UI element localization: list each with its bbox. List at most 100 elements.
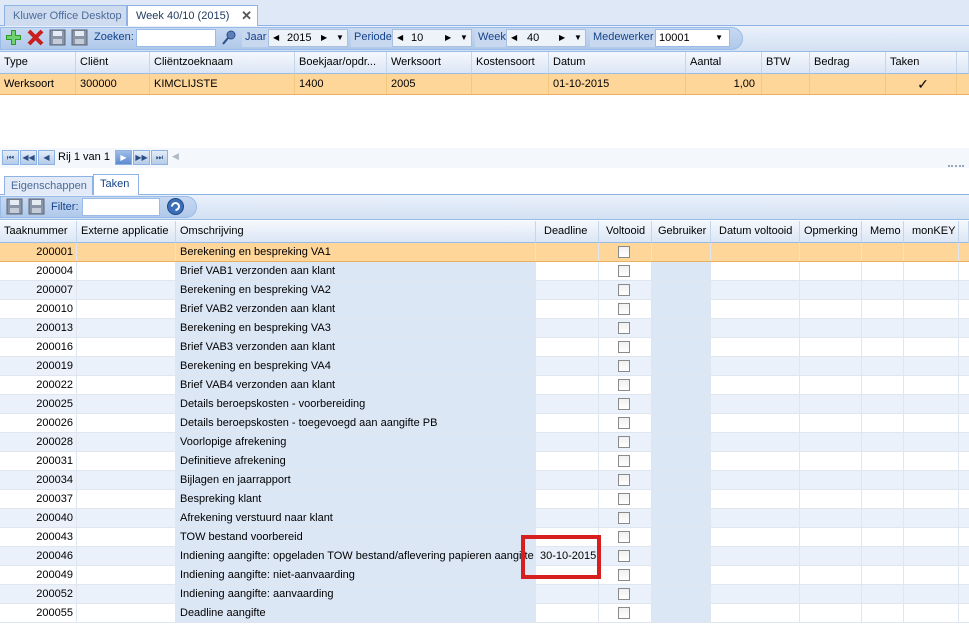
cell-deadline[interactable]: [536, 243, 599, 261]
table-row[interactable]: 200049 Indiening aangifte: niet-aanvaardi…: [0, 566, 969, 585]
voltooid-checkbox[interactable]: [618, 417, 630, 429]
column-header[interactable]: Kostensoort: [472, 52, 549, 74]
spin-right-icon[interactable]: ▶: [321, 30, 327, 46]
voltooid-checkbox[interactable]: [618, 550, 630, 562]
voltooid-checkbox[interactable]: [618, 341, 630, 353]
table-row[interactable]: 200013 Berekening en bespreking VA3: [0, 319, 969, 338]
cell-deadline[interactable]: [536, 414, 599, 432]
spin-left-icon[interactable]: ◀: [397, 30, 403, 46]
spin-right-icon[interactable]: ▶: [559, 30, 565, 46]
column-header[interactable]: monKEY: [904, 221, 959, 243]
column-header[interactable]: Boekjaar/opdr...: [295, 52, 387, 74]
column-header[interactable]: Memo: [862, 221, 904, 243]
cell-deadline[interactable]: [536, 300, 599, 318]
table-row[interactable]: 200043 TOW bestand voorbereid: [0, 528, 969, 547]
voltooid-checkbox[interactable]: [618, 284, 630, 296]
table-row[interactable]: 200004 Brief VAB1 verzonden aan klant: [0, 262, 969, 281]
voltooid-checkbox[interactable]: [618, 531, 630, 543]
filter-input[interactable]: [82, 198, 160, 216]
table-row[interactable]: 200007 Berekening en bespreking VA2: [0, 281, 969, 300]
voltooid-checkbox[interactable]: [618, 607, 630, 619]
voltooid-checkbox[interactable]: [618, 322, 630, 334]
table-row[interactable]: 200025 Details beroepskosten - voorbereid…: [0, 395, 969, 414]
save-close-icon[interactable]: [27, 197, 46, 216]
column-header[interactable]: Externe applicatie: [77, 221, 176, 243]
table-row[interactable]: 200052 Indiening aangifte: aanvaarding: [0, 585, 969, 604]
column-header[interactable]: Cliënt: [76, 52, 150, 74]
column-header[interactable]: Opmerking: [800, 221, 862, 243]
cell-deadline[interactable]: [536, 262, 599, 280]
table-row[interactable]: 200022 Brief VAB4 verzonden aan klant: [0, 376, 969, 395]
cell-deadline[interactable]: [536, 281, 599, 299]
table-row[interactable]: 200031 Definitieve afrekening: [0, 452, 969, 471]
table-row[interactable]: 200055 Deadline aangifte: [0, 604, 969, 623]
table-row[interactable]: 200001 Berekening en bespreking VA1: [0, 243, 969, 262]
jaar-spinner[interactable]: ◀ 2015 ▶ ▼: [268, 29, 348, 47]
column-header[interactable]: Aantal: [686, 52, 762, 74]
close-tab-icon[interactable]: ✕: [241, 8, 252, 24]
cell-deadline[interactable]: [536, 338, 599, 356]
table-row[interactable]: 200026 Details beroepskosten - toegevoegd…: [0, 414, 969, 433]
table-row[interactable]: 200034 Bijlagen en jaarrapport: [0, 471, 969, 490]
last-page-icon[interactable]: ⏭: [151, 150, 168, 165]
column-header[interactable]: BTW: [762, 52, 810, 74]
refresh-icon[interactable]: [166, 197, 185, 216]
cell-deadline[interactable]: [536, 604, 599, 622]
pin-search-icon[interactable]: [220, 28, 239, 47]
add-icon[interactable]: [4, 28, 23, 47]
column-header[interactable]: Cliëntzoeknaam: [150, 52, 295, 74]
column-header[interactable]: Type: [0, 52, 76, 74]
column-header[interactable]: Deadline: [536, 221, 599, 243]
table-row[interactable]: 200040 Afrekening verstuurd naar klant: [0, 509, 969, 528]
cell-deadline[interactable]: [536, 490, 599, 508]
cell-deadline[interactable]: [536, 395, 599, 413]
voltooid-checkbox[interactable]: [618, 569, 630, 581]
voltooid-checkbox[interactable]: [618, 246, 630, 258]
table-row[interactable]: 200010 Brief VAB2 verzonden aan klant: [0, 300, 969, 319]
save-icon[interactable]: [48, 28, 67, 47]
voltooid-checkbox[interactable]: [618, 303, 630, 315]
save-close-icon[interactable]: [70, 28, 89, 47]
save-icon[interactable]: [5, 197, 24, 216]
cell-deadline[interactable]: [536, 452, 599, 470]
search-input[interactable]: [136, 29, 216, 47]
next-page-icon[interactable]: ▶▶: [133, 150, 150, 165]
voltooid-checkbox[interactable]: [618, 265, 630, 277]
spin-right-icon[interactable]: ▶: [445, 30, 451, 46]
table-row[interactable]: 200019 Berekening en bespreking VA4: [0, 357, 969, 376]
splitter-grip[interactable]: [948, 165, 964, 167]
chevron-down-icon[interactable]: ▼: [460, 30, 468, 46]
voltooid-checkbox[interactable]: [618, 379, 630, 391]
periode-spinner[interactable]: ◀ 10 ▶ ▼: [392, 29, 472, 47]
column-header[interactable]: Datum: [549, 52, 686, 74]
voltooid-checkbox[interactable]: [618, 493, 630, 505]
chevron-down-icon[interactable]: ▼: [715, 31, 723, 45]
next-row-icon[interactable]: ▶: [115, 150, 132, 165]
spin-left-icon[interactable]: ◀: [511, 30, 517, 46]
week-spinner[interactable]: ◀ 40 ▶ ▼: [506, 29, 586, 47]
voltooid-checkbox[interactable]: [618, 360, 630, 372]
tab-kluwer-office-desktop[interactable]: Kluwer Office Desktop: [4, 5, 127, 26]
cell-deadline[interactable]: [536, 471, 599, 489]
medewerker-select[interactable]: 10001 ▼: [655, 29, 730, 47]
column-header[interactable]: Omschrijving: [176, 221, 536, 243]
table-row[interactable]: Werksoort 300000 KIMCLIJSTE 1400 2005 01…: [0, 74, 969, 95]
chevron-down-icon[interactable]: ▼: [336, 30, 344, 46]
column-header[interactable]: Gebruiker: [652, 221, 711, 243]
first-page-icon[interactable]: ⏮: [2, 150, 19, 165]
column-header[interactable]: Taken: [886, 52, 957, 74]
voltooid-checkbox[interactable]: [618, 436, 630, 448]
prev-page-icon[interactable]: ◀◀: [20, 150, 37, 165]
column-header[interactable]: Datum voltooid: [711, 221, 800, 243]
voltooid-checkbox[interactable]: [618, 512, 630, 524]
cell-deadline[interactable]: [536, 376, 599, 394]
column-header[interactable]: Bedrag: [810, 52, 886, 74]
tab-eigenschappen[interactable]: Eigenschappen: [4, 176, 93, 195]
column-header[interactable]: Taaknummer: [0, 221, 77, 243]
column-header[interactable]: Werksoort: [387, 52, 472, 74]
table-row[interactable]: 200016 Brief VAB3 verzonden aan klant: [0, 338, 969, 357]
cell-deadline[interactable]: [536, 433, 599, 451]
tab-week[interactable]: Week 40/10 (2015) ✕: [127, 5, 258, 27]
delete-icon[interactable]: [26, 28, 45, 47]
prev-row-icon[interactable]: ◀: [38, 150, 55, 165]
